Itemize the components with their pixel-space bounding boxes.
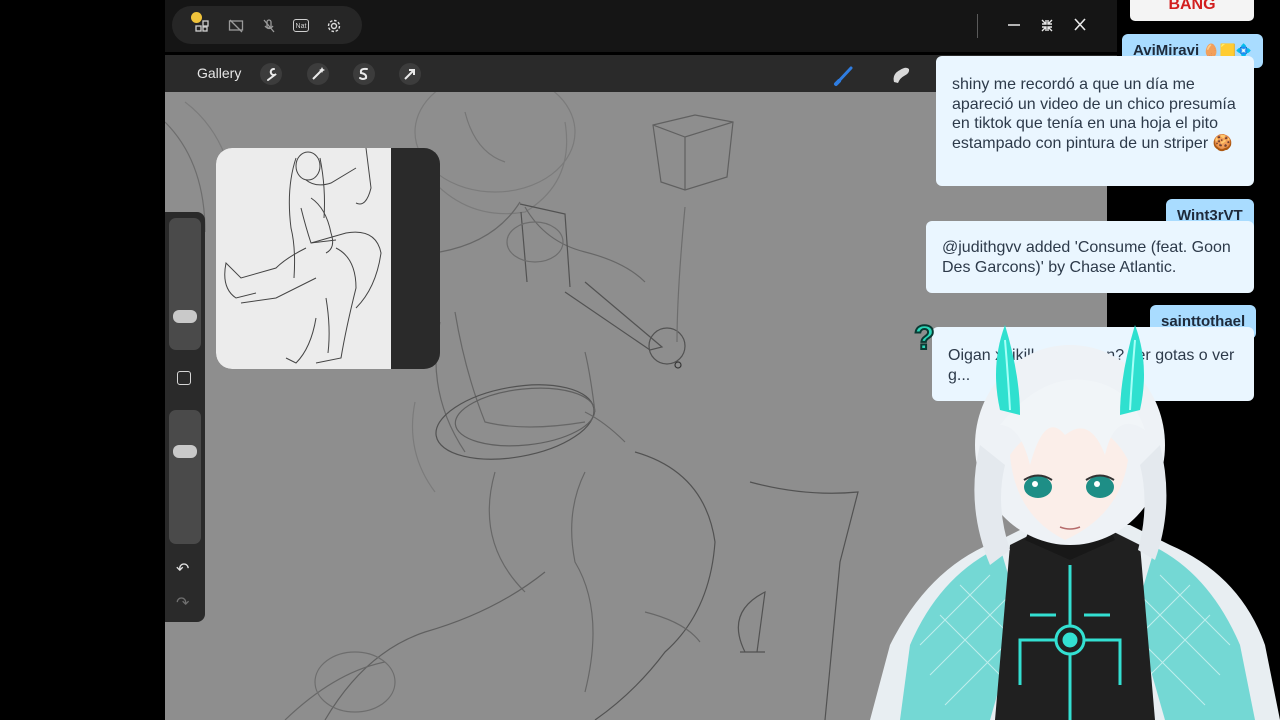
magic-wand-icon[interactable] — [307, 63, 329, 85]
chat-message: @judithgvv added 'Consume (feat. Goon De… — [926, 221, 1254, 293]
gallery-button[interactable]: Gallery — [197, 65, 241, 81]
question-mark-icon: ? — [914, 319, 935, 357]
vtuber-avatar: ? — [870, 318, 1280, 720]
close-icon[interactable] — [1070, 14, 1090, 36]
opacity-thumb[interactable] — [173, 445, 197, 458]
brush-icon[interactable] — [832, 62, 858, 88]
brush-size-slider[interactable] — [169, 218, 201, 350]
recording-indicator — [191, 12, 202, 23]
emote-icon: 🍪 — [1212, 134, 1233, 152]
mute-icon[interactable] — [261, 18, 277, 34]
partial-emote-banner: BANG — [1130, 0, 1254, 21]
wrench-icon[interactable] — [260, 63, 282, 85]
selection-icon[interactable] — [353, 63, 375, 85]
opacity-slider[interactable] — [169, 410, 201, 544]
window-separator — [977, 14, 978, 38]
restore-icon[interactable] — [1037, 14, 1057, 36]
reference-image — [216, 148, 391, 369]
transform-arrow-icon[interactable] — [399, 63, 421, 85]
chat-message: shiny me recordó a que un día me apareci… — [936, 56, 1254, 186]
smudge-icon[interactable] — [888, 62, 914, 88]
settings-icon[interactable] — [326, 18, 342, 34]
redo-icon[interactable]: ↷ — [176, 593, 189, 613]
undo-icon[interactable]: ↶ — [176, 559, 189, 579]
brush-size-thumb[interactable] — [173, 310, 197, 323]
screen-off-icon[interactable] — [228, 18, 244, 34]
nat-icon[interactable]: Nat — [293, 19, 309, 32]
minimize-icon[interactable] — [1004, 14, 1024, 36]
modifier-button[interactable] — [177, 371, 191, 385]
reference-window[interactable] — [216, 148, 440, 369]
